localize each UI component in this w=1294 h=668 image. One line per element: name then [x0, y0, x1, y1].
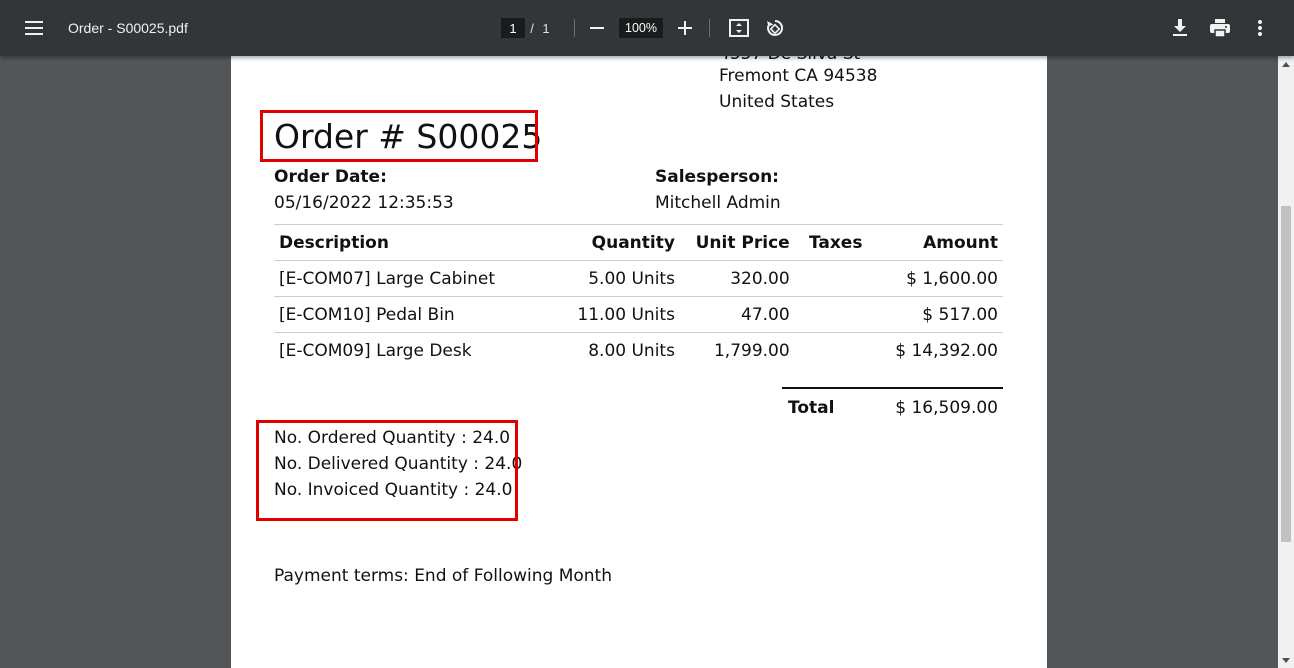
zoom-level-input[interactable]: 100%: [619, 18, 663, 38]
cell-quantity: 11.00 Units: [577, 304, 675, 325]
print-button[interactable]: [1206, 14, 1234, 42]
cell-taxes: [795, 297, 868, 333]
toolbar-divider: [574, 19, 575, 37]
cell-description: [E-COM10] Pedal Bin: [279, 304, 455, 325]
scroll-up-arrow[interactable]: [1278, 56, 1294, 72]
table-row: [E-COM10] Pedal Bin 11.00 Units 47.00 $ …: [274, 297, 1003, 333]
address-street: 4557 De Silva St: [719, 56, 860, 64]
header-amount: Amount: [923, 232, 998, 253]
header-quantity: Quantity: [591, 232, 675, 253]
total-label: Total: [788, 398, 835, 418]
highlight-box-title: [260, 110, 538, 162]
download-icon: [1173, 19, 1187, 36]
plus-icon: [678, 21, 692, 35]
salesperson-label: Salesperson:: [655, 167, 779, 187]
menu-button[interactable]: [18, 14, 50, 42]
cell-amount: $ 1,600.00: [906, 268, 998, 289]
more-actions-button[interactable]: [1246, 14, 1274, 42]
arrow-up-icon: [1282, 61, 1290, 67]
header-unit-price: Unit Price: [695, 232, 790, 253]
page-separator: /: [530, 20, 534, 36]
cell-unit-price: 320.00: [730, 268, 790, 289]
scroll-down-arrow[interactable]: [1278, 652, 1294, 668]
table-row: [E-COM09] Large Desk 8.00 Units 1,799.00…: [274, 333, 1003, 369]
address-city: Fremont CA 94538: [719, 66, 878, 86]
zoom-in-button[interactable]: [673, 15, 697, 41]
pdf-page: 4557 De Silva St Fremont CA 94538 United…: [231, 56, 1047, 668]
more-vertical-icon: [1258, 20, 1262, 36]
cell-quantity: 8.00 Units: [588, 340, 675, 361]
menu-icon: [25, 21, 43, 35]
arrow-down-icon: [1282, 657, 1290, 663]
table-row: [E-COM07] Large Cabinet 5.00 Units 320.0…: [274, 261, 1003, 297]
order-date-value: 05/16/2022 12:35:53: [274, 193, 454, 213]
order-date-label: Order Date:: [274, 167, 387, 187]
cell-amount: $ 517.00: [922, 304, 998, 325]
print-icon: [1210, 19, 1230, 37]
zoom-out-button[interactable]: [585, 15, 609, 41]
total-value: $ 16,509.00: [895, 398, 998, 418]
total-divider: [782, 387, 1003, 389]
page-number-input[interactable]: [501, 18, 525, 38]
header-description: Description: [279, 232, 389, 253]
cell-description: [E-COM09] Large Desk: [279, 340, 472, 361]
payment-terms: Payment terms: End of Following Month: [274, 566, 612, 586]
cell-unit-price: 1,799.00: [713, 340, 790, 361]
highlight-box-quantities: [256, 420, 518, 521]
address-country: United States: [719, 92, 835, 112]
toolbar-divider: [709, 19, 710, 37]
table-header-row: Description Quantity Unit Price Taxes Am…: [274, 224, 1003, 261]
cell-taxes: [795, 333, 868, 369]
vertical-scrollbar[interactable]: [1278, 56, 1294, 668]
pdf-toolbar: Order - S00025.pdf / 1 100%: [0, 0, 1294, 56]
document-title: Order - S00025.pdf: [68, 20, 188, 36]
cell-taxes: [795, 261, 868, 297]
cell-quantity: 5.00 Units: [588, 268, 675, 289]
salesperson-value: Mitchell Admin: [655, 193, 781, 213]
cell-description: [E-COM07] Large Cabinet: [279, 268, 496, 289]
scrollbar-thumb[interactable]: [1281, 206, 1291, 542]
cell-amount: $ 14,392.00: [895, 340, 998, 361]
cell-unit-price: 47.00: [741, 304, 790, 325]
header-taxes: Taxes: [808, 232, 863, 253]
minus-icon: [590, 27, 604, 29]
rotate-icon: [767, 19, 784, 36]
download-button[interactable]: [1166, 14, 1194, 42]
total-pages: 1: [542, 20, 550, 36]
order-lines-table: Description Quantity Unit Price Taxes Am…: [274, 224, 1003, 369]
fit-to-page-icon: [729, 19, 749, 37]
rotate-button[interactable]: [762, 14, 788, 42]
fit-to-page-button[interactable]: [726, 14, 752, 42]
